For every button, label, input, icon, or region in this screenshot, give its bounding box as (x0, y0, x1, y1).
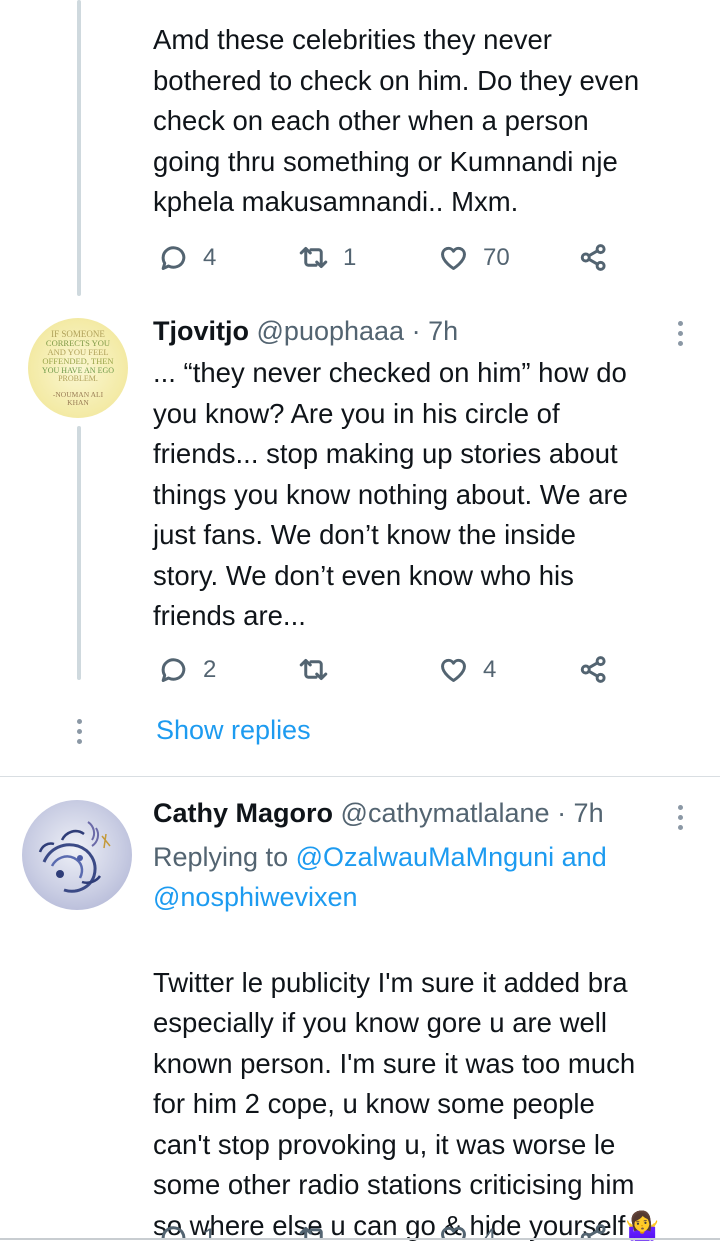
share-button[interactable] (578, 242, 609, 273)
share-icon (580, 244, 606, 271)
reply-count: 1 (203, 1223, 217, 1239)
more-icon[interactable] (676, 318, 684, 348)
author-handle[interactable]: @cathymatlalane (341, 798, 550, 828)
like-count: 4 (483, 655, 497, 683)
replying-to-label: Replying to (153, 842, 289, 872)
tweet-header: Cathy Magoro @cathymatlalane · 7h (153, 798, 604, 829)
tweet-body: Twitter le publicity I'm sure it added b… (153, 966, 636, 1241)
more-icon[interactable] (676, 802, 684, 832)
retweet-icon (299, 1226, 323, 1238)
avatar-quote-image: IF SOMEONE CORRECTS YOU AND YOU FEEL OFF… (42, 329, 114, 407)
like-button[interactable]: 70 (438, 242, 510, 273)
and-text: and (561, 842, 607, 872)
author-handle[interactable]: @puophaaa (257, 316, 405, 346)
reply-icon (161, 246, 186, 270)
show-replies-link[interactable]: Show replies (156, 715, 311, 746)
reply-button[interactable]: 4 (158, 242, 216, 273)
mention-link[interactable]: @nosphiwevixen (153, 882, 358, 912)
like-count: 70 (483, 243, 510, 271)
reply-button[interactable]: 2 (158, 654, 216, 685)
tweet-text: Twitter le publicity I'm sure it added b… (153, 922, 708, 1246)
mention-link[interactable]: @OzalwauMaMnguni (296, 842, 555, 872)
avatar[interactable]: IF SOMEONE CORRECTS YOU AND YOU FEEL OFF… (28, 318, 128, 418)
author-name[interactable]: Cathy Magoro (153, 798, 333, 828)
like-icon (441, 1226, 466, 1238)
reply-icon (161, 658, 186, 682)
reply-count: 4 (203, 243, 217, 271)
retweet-button[interactable] (298, 1222, 329, 1238)
timestamp[interactable]: · 7h (412, 316, 459, 346)
thread-line (77, 426, 81, 680)
like-button[interactable]: 4 (438, 654, 496, 685)
avatar[interactable] (22, 800, 132, 910)
svg-text:OFFENDED, THEN: OFFENDED, THEN (42, 356, 113, 366)
share-button[interactable] (578, 654, 609, 685)
divider (0, 776, 720, 777)
thread-line (77, 0, 81, 296)
share-icon (580, 656, 606, 683)
action-bar-cutoff: 1 4 (0, 1222, 720, 1238)
retweet-icon (299, 658, 328, 681)
like-count: 4 (483, 1223, 497, 1239)
reply-button[interactable]: 1 (158, 1222, 216, 1238)
tweet-text: Amd these celebrities they never bothere… (153, 24, 640, 217)
thread-continuation-dots (75, 716, 83, 746)
svg-text:KHAN: KHAN (67, 398, 89, 407)
replying-to: Replying to @OzalwauMaMnguni and @nosphi… (153, 837, 708, 917)
like-icon (441, 246, 466, 270)
reply-icon (161, 1226, 186, 1238)
tweet-text: ... “they never checked on him” how do y… (153, 357, 628, 631)
timestamp[interactable]: · 7h (557, 798, 604, 828)
author-name[interactable]: Tjovitjo (153, 316, 249, 346)
retweet-count: 1 (343, 243, 357, 271)
reply-count: 2 (203, 655, 217, 683)
retweet-button[interactable]: 1 (298, 242, 356, 273)
bottom-edge (0, 1238, 720, 1240)
share-button[interactable] (578, 1222, 609, 1238)
like-icon (441, 658, 466, 682)
tweet-header: Tjovitjo @puophaaa · 7h (153, 316, 458, 347)
like-button[interactable]: 4 (438, 1222, 496, 1238)
retweet-icon (299, 246, 328, 269)
zodiac-illustration (38, 821, 111, 893)
share-icon (580, 1224, 606, 1238)
svg-text:PROBLEM.: PROBLEM. (58, 374, 98, 383)
retweet-button[interactable] (298, 654, 329, 685)
